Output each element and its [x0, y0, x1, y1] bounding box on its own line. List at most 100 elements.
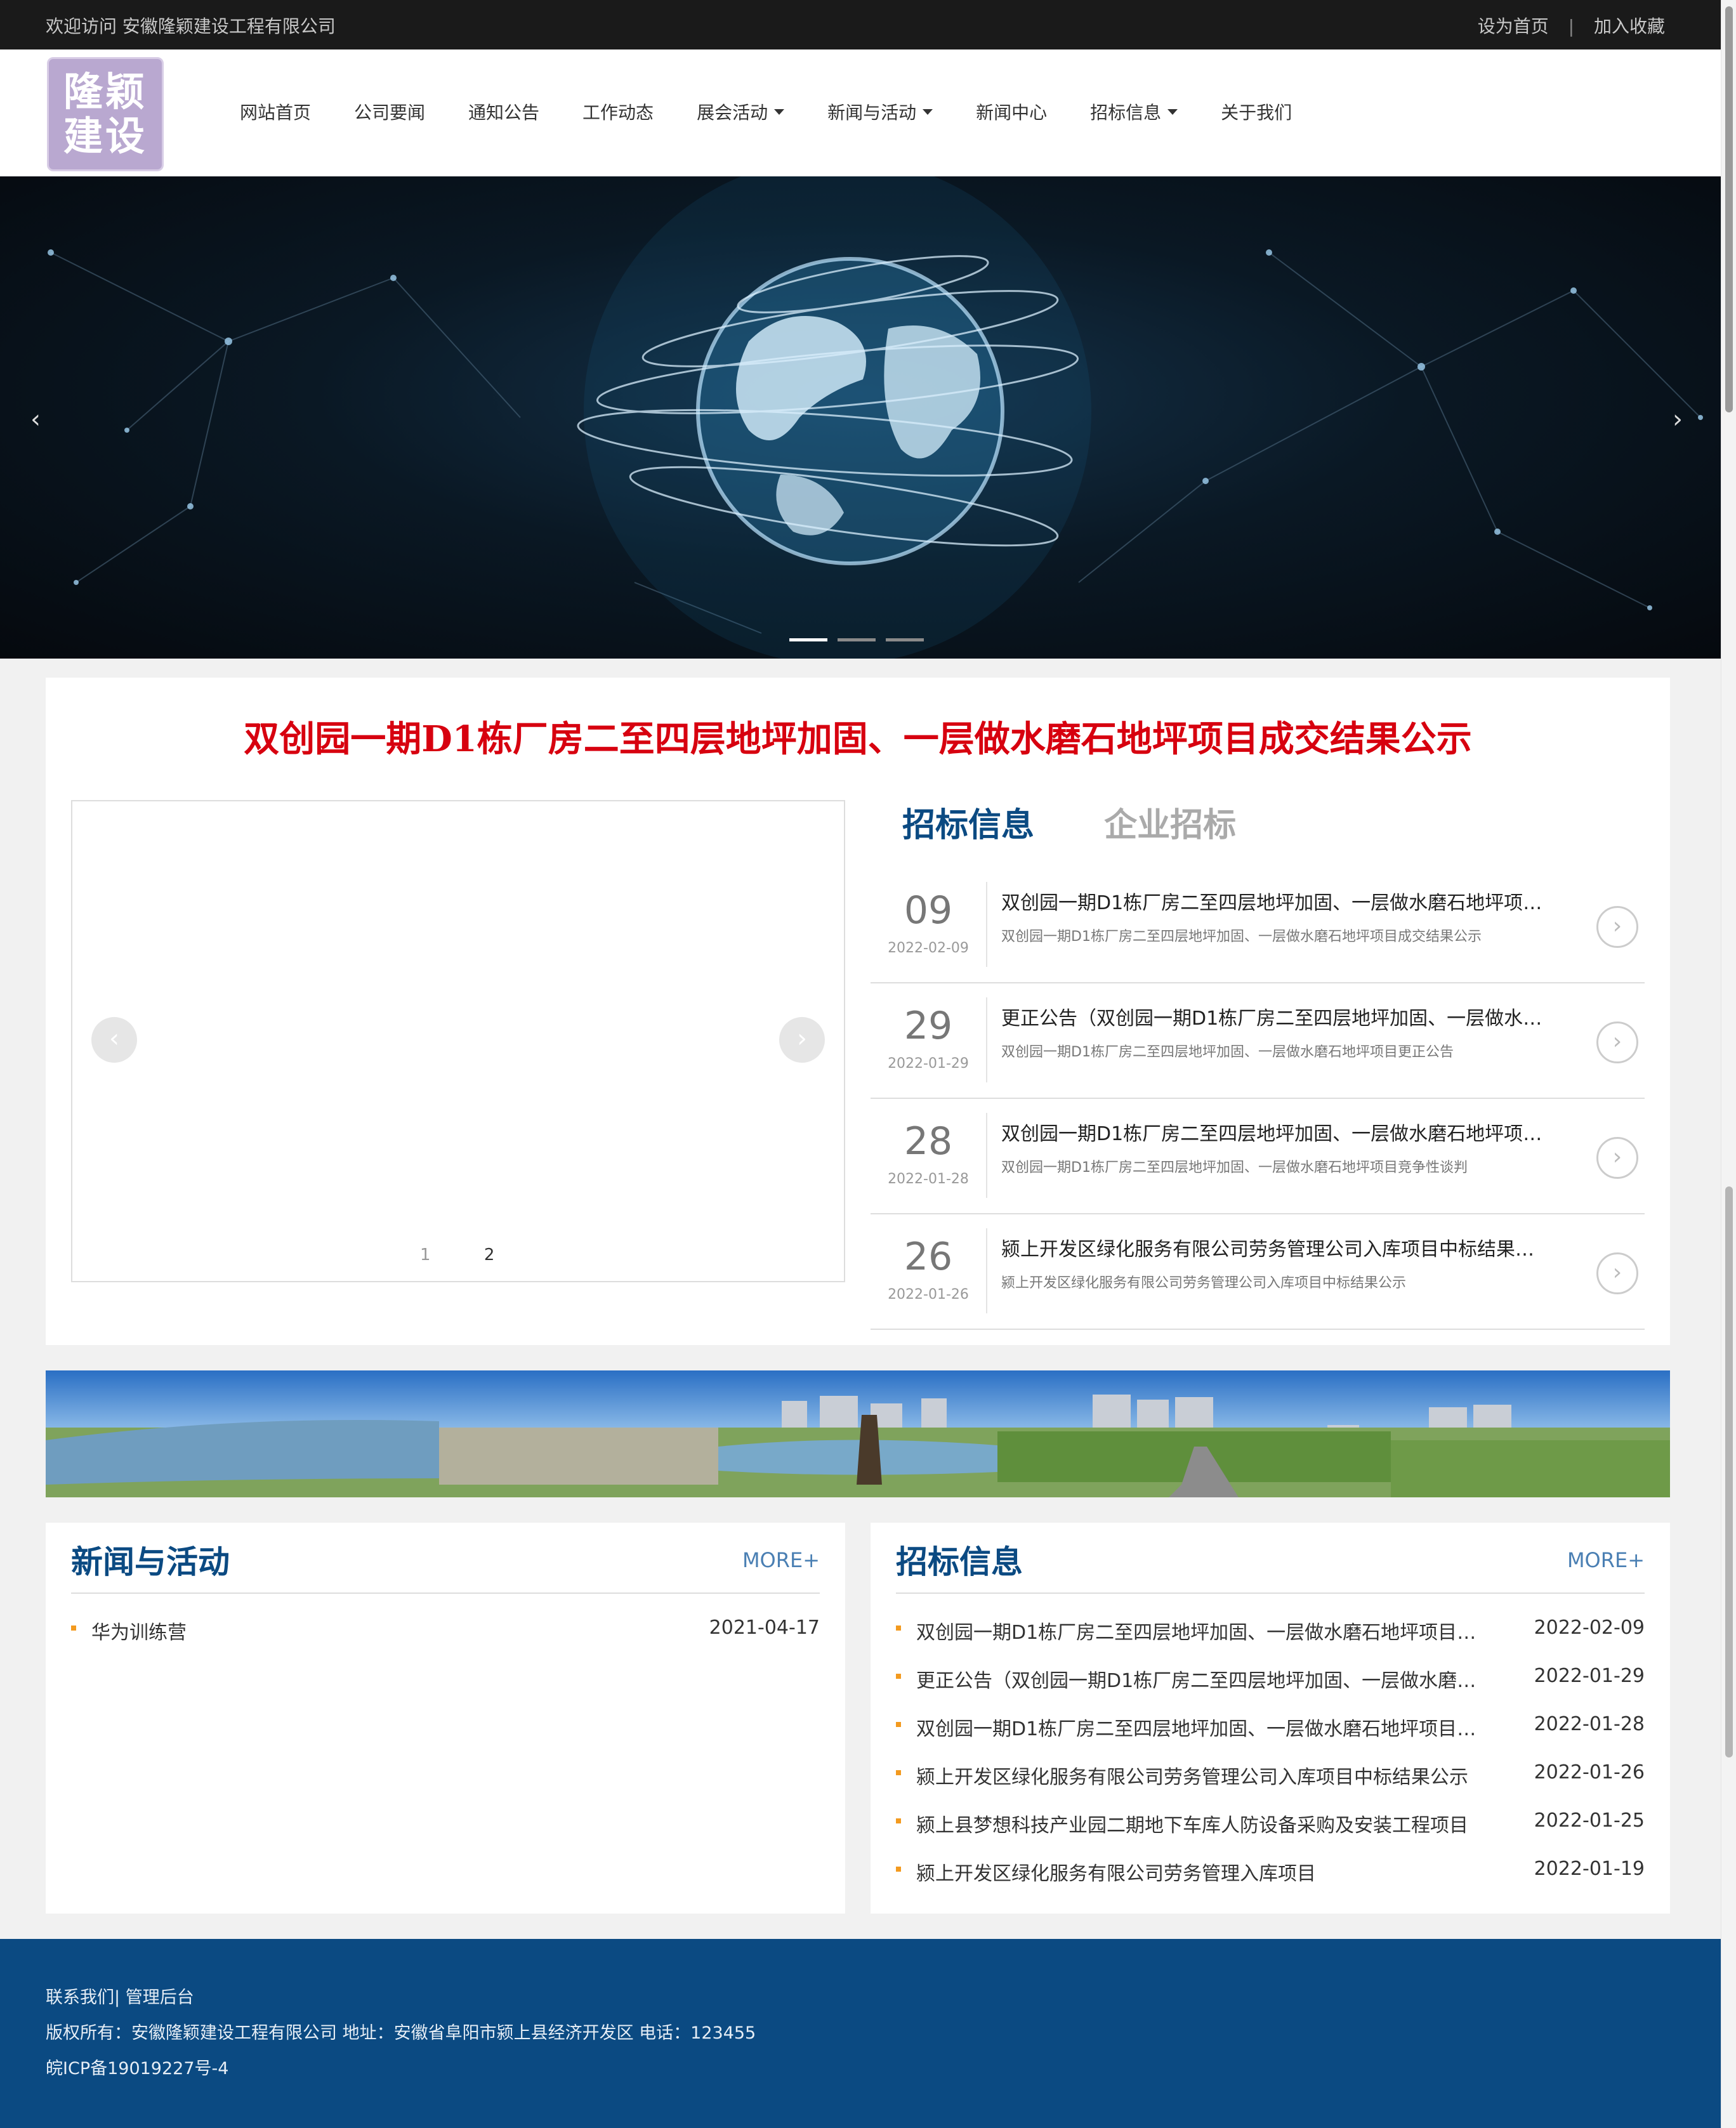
- nav-label: 通知公告: [468, 102, 540, 123]
- slider-page-1[interactable]: 1: [420, 1245, 431, 1264]
- bid-row[interactable]: 29 2022-01-29 更正公告（双创园一期D1栋厂房二至四层地坪加固、一层…: [871, 983, 1645, 1099]
- bullet-icon: [896, 1818, 901, 1823]
- bid-row[interactable]: 26 2022-01-26 颍上开发区绿化服务有限公司劳务管理公司入库项目中标结…: [871, 1214, 1645, 1330]
- set-home-link[interactable]: 设为首页: [1478, 13, 1549, 38]
- bid-panel-title: 招标信息: [896, 1544, 1023, 1580]
- bid-item-title[interactable]: 颍上开发区绿化服务有限公司劳务管理公司入库项目中标结果公示: [916, 1761, 1494, 1789]
- bid-item-title[interactable]: 双创园一期D1栋厂房二至四层地坪加固、一层做水磨石地坪项目成交结果公示: [916, 1617, 1494, 1645]
- divider: [986, 1228, 987, 1313]
- bid-date: 2022-02-09: [888, 940, 969, 956]
- nav-label: 公司要闻: [354, 102, 426, 123]
- scrollbar-thumb-secondary[interactable]: [1725, 1186, 1733, 1757]
- top-bar: 欢迎访问 安徽隆颖建设工程有限公司 设为首页 | 加入收藏: [0, 0, 1721, 49]
- slider-next-button[interactable]: ›: [779, 1017, 825, 1063]
- chevron-right-circle-icon[interactable]: ›: [1596, 906, 1638, 948]
- bid-day: 26: [904, 1235, 953, 1279]
- contact-link[interactable]: 联系我们: [46, 1988, 114, 2007]
- add-favorite-link[interactable]: 加入收藏: [1594, 13, 1665, 38]
- banner-dot-2[interactable]: [838, 638, 876, 641]
- chevron-right-circle-icon[interactable]: ›: [1596, 1021, 1638, 1063]
- news-panel-title: 新闻与活动: [71, 1544, 230, 1580]
- scrollbar-thumb[interactable]: [1725, 6, 1733, 412]
- chevron-right-circle-icon[interactable]: ›: [1596, 1137, 1638, 1179]
- site-logo[interactable]: 隆颖 建设: [47, 57, 164, 171]
- top-links: 设为首页 | 加入收藏: [1478, 13, 1665, 38]
- bid-item-title[interactable]: 颍上县梦想科技产业园二期地下车库人防设备采购及安装工程项目: [916, 1809, 1494, 1837]
- divider: [986, 1113, 987, 1198]
- bid-item-date: 2022-01-19: [1534, 1858, 1645, 1880]
- nav-item-work-updates[interactable]: 工作动态: [582, 99, 654, 124]
- nav-item-company-news[interactable]: 公司要闻: [354, 99, 425, 124]
- nav-label: 新闻中心: [976, 102, 1048, 123]
- bid-row[interactable]: 09 2022-02-09 双创园一期D1栋厂房二至四层地坪加固、一层做水磨石地…: [871, 868, 1645, 983]
- welcome-text: 欢迎访问 安徽隆颖建设工程有限公司: [46, 16, 336, 37]
- nav-item-about[interactable]: 关于我们: [1221, 99, 1292, 124]
- banner-prev-arrow[interactable]: ‹: [30, 405, 41, 434]
- bid-desc: 双创园一期D1栋厂房二至四层地坪加固、一层做水磨石地坪项目更正公告: [1001, 1044, 1454, 1060]
- banner-dot-1[interactable]: [789, 638, 827, 641]
- nav-item-home[interactable]: 网站首页: [240, 99, 311, 124]
- list-item[interactable]: 颍上开发区绿化服务有限公司劳务管理入库项目 2022-01-19: [896, 1853, 1645, 1901]
- bid-item-date: 2022-01-26: [1534, 1761, 1645, 1783]
- footer-links: 联系我们| 管理后台: [46, 1983, 194, 2008]
- site-footer: 联系我们| 管理后台 版权所有：安徽隆颖建设工程有限公司 地址：安徽省阜阳市颍上…: [0, 1939, 1721, 2128]
- bid-title[interactable]: 双创园一期D1栋厂房二至四层地坪加固、一层做水磨石地坪项目成交结果公示: [1001, 887, 1547, 915]
- nav-label: 展会活动: [697, 102, 768, 123]
- nav-item-bidding[interactable]: 招标信息: [1090, 99, 1178, 124]
- nav-label: 新闻与活动: [827, 102, 917, 123]
- list-item[interactable]: 颍上开发区绿化服务有限公司劳务管理公司入库项目中标结果公示 2022-01-26: [896, 1756, 1645, 1804]
- headline-link[interactable]: 双创园一期D1栋厂房二至四层地坪加固、一层做水磨石地坪项目成交结果公示: [46, 711, 1670, 762]
- list-item[interactable]: 颍上县梦想科技产业园二期地下车库人防设备采购及安装工程项目 2022-01-25: [896, 1804, 1645, 1853]
- nav-item-notices[interactable]: 通知公告: [468, 99, 539, 124]
- divider: [986, 997, 987, 1082]
- slider-page-2[interactable]: 2: [484, 1245, 495, 1264]
- bid-title[interactable]: 更正公告（双创园一期D1栋厂房二至四层地坪加固、一层做水磨石地坪项目）: [1001, 1002, 1547, 1030]
- globe-network-image: [48, 176, 1703, 659]
- nav-label: 工作动态: [582, 102, 654, 123]
- tab-enterprise-bid[interactable]: 企业招标: [1104, 806, 1236, 844]
- admin-link[interactable]: 管理后台: [126, 1988, 194, 2007]
- bid-day: 28: [904, 1119, 953, 1164]
- banner-next-arrow[interactable]: ›: [1673, 405, 1683, 434]
- bid-desc: 颍上开发区绿化服务有限公司劳务管理公司入库项目中标结果公示: [1001, 1275, 1407, 1291]
- nav-item-exhibitions[interactable]: 展会活动: [697, 99, 785, 124]
- divider: [896, 1593, 1645, 1594]
- list-item[interactable]: 双创园一期D1栋厂房二至四层地坪加固、一层做水磨石地坪项目竞争性谈判 2022-0…: [896, 1708, 1645, 1756]
- page-scrollbar[interactable]: [1721, 0, 1736, 2128]
- nav-item-news-activities[interactable]: 新闻与活动: [827, 99, 933, 124]
- hero-banner: ‹ ›: [0, 176, 1721, 659]
- news-item-title[interactable]: 华为训练营: [91, 1617, 669, 1645]
- nav-label: 网站首页: [240, 102, 312, 123]
- bid-item-date: 2022-01-29: [1534, 1665, 1645, 1687]
- caret-down-icon: [774, 108, 785, 115]
- caret-down-icon: [1167, 108, 1178, 115]
- bid-title[interactable]: 双创园一期D1栋厂房二至四层地坪加固、一层做水磨石地坪项目竞争性谈判: [1001, 1118, 1547, 1146]
- slider-pagination: 1 2: [420, 1245, 542, 1264]
- banner-dot-3[interactable]: [886, 638, 924, 641]
- top-links-separator: |: [1568, 16, 1575, 37]
- bullet-icon: [896, 1674, 901, 1679]
- footer-icp[interactable]: 皖ICP备19019227号-4: [46, 2054, 228, 2079]
- bid-tabs: 招标信息 企业招标: [902, 798, 1236, 846]
- news-more-link[interactable]: MORE+: [742, 1548, 820, 1572]
- bullet-icon: [896, 1626, 901, 1631]
- list-item[interactable]: 双创园一期D1栋厂房二至四层地坪加固、一层做水磨石地坪项目成交结果公示 2022-…: [896, 1612, 1645, 1660]
- bid-row[interactable]: 28 2022-01-28 双创园一期D1栋厂房二至四层地坪加固、一层做水磨石地…: [871, 1099, 1645, 1214]
- bid-more-link[interactable]: MORE+: [1567, 1548, 1645, 1572]
- list-item[interactable]: 更正公告（双创园一期D1栋厂房二至四层地坪加固、一层做水磨石地坪项目） 2022-…: [896, 1660, 1645, 1708]
- chevron-right-circle-icon[interactable]: ›: [1596, 1252, 1638, 1294]
- nav-item-news-center[interactable]: 新闻中心: [976, 99, 1047, 124]
- bid-date: 2022-01-26: [888, 1287, 969, 1303]
- tab-bid-info[interactable]: 招标信息: [902, 806, 1034, 844]
- bullet-icon: [896, 1867, 901, 1872]
- bid-item-title[interactable]: 更正公告（双创园一期D1栋厂房二至四层地坪加固、一层做水磨石地坪项目）: [916, 1665, 1494, 1693]
- bid-item-title[interactable]: 颍上开发区绿化服务有限公司劳务管理入库项目: [916, 1858, 1494, 1886]
- slider-prev-button[interactable]: ‹: [91, 1017, 137, 1063]
- bid-title[interactable]: 颍上开发区绿化服务有限公司劳务管理公司入库项目中标结果公示: [1001, 1233, 1547, 1261]
- bid-day: 29: [904, 1004, 953, 1048]
- list-item[interactable]: 华为训练营 2021-04-17: [71, 1612, 820, 1660]
- news-item-date: 2021-04-17: [709, 1617, 820, 1639]
- image-slider: ‹ › 1 2: [71, 800, 845, 1282]
- bid-desc: 双创园一期D1栋厂房二至四层地坪加固、一层做水磨石地坪项目竞争性谈判: [1001, 1160, 1468, 1176]
- bid-item-title[interactable]: 双创园一期D1栋厂房二至四层地坪加固、一层做水磨石地坪项目竞争性谈判: [916, 1713, 1494, 1741]
